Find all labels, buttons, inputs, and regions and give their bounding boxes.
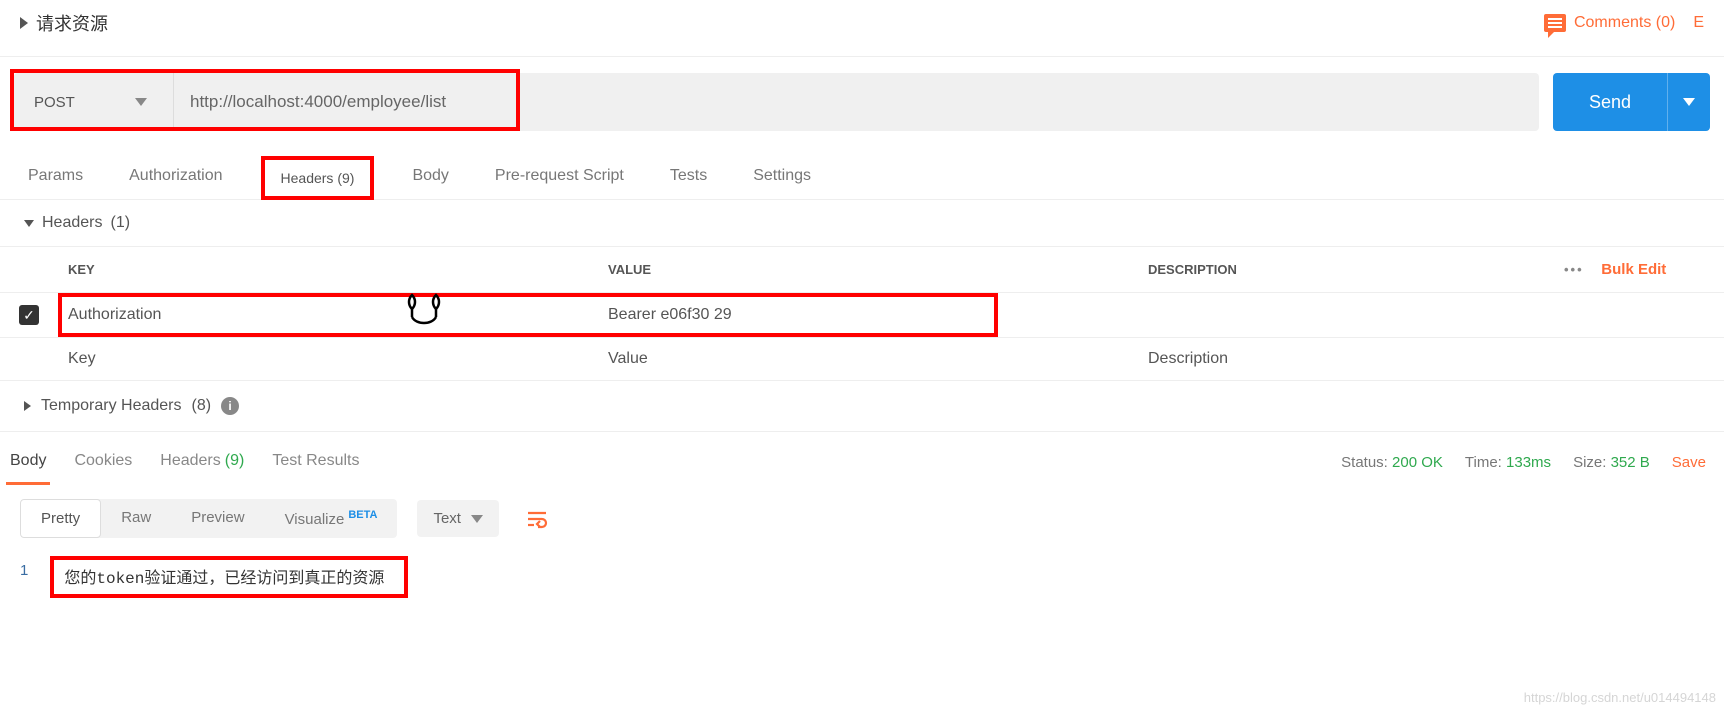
send-button-group: Send — [1553, 73, 1710, 131]
status-value: 200 OK — [1392, 454, 1443, 471]
caret-right-icon — [20, 17, 28, 29]
new-description-input[interactable]: Description — [1138, 338, 1554, 381]
tab-params[interactable]: Params — [20, 153, 91, 199]
col-value: VALUE — [598, 247, 1138, 293]
tab-body[interactable]: Body — [404, 153, 456, 199]
info-icon[interactable]: i — [221, 397, 239, 415]
request-tabs: Params Authorization Headers (9) Body Pr… — [0, 147, 1724, 200]
size-value: 352 B — [1611, 454, 1650, 471]
more-icon[interactable]: ••• — [1564, 262, 1584, 277]
request-header: 请求资源 Comments (0) E — [0, 0, 1724, 57]
view-toggle: Pretty Raw Preview VisualizeBETA — [20, 499, 397, 538]
headers-toggle-count: (1) — [110, 214, 130, 232]
col-key: KEY — [58, 247, 598, 293]
response-body: 1 您的token验证通过，已经访问到真正的资源 — [0, 552, 1724, 618]
watermark: https://blog.csdn.net/u014494148 — [1524, 690, 1716, 705]
url-value: http://localhost:4000/employee/list — [190, 92, 446, 112]
chevron-right-icon — [24, 401, 31, 411]
col-description: DESCRIPTION — [1138, 247, 1554, 293]
chevron-down-icon — [471, 515, 483, 523]
comments-label: Comments (0) — [1574, 14, 1675, 32]
chevron-down-icon — [1683, 98, 1695, 106]
view-raw-button[interactable]: Raw — [101, 499, 171, 538]
temporary-headers-count: (8) — [192, 397, 212, 415]
comment-icon — [1544, 14, 1566, 32]
response-tab-test-results[interactable]: Test Results — [268, 440, 363, 485]
response-body-text[interactable]: 您的token验证通过，已经访问到真正的资源 — [50, 556, 408, 598]
response-toolbar: Pretty Raw Preview VisualizeBETA Text — [0, 485, 1724, 552]
tab-headers-count: (9) — [337, 170, 354, 186]
temporary-headers-label: Temporary Headers — [41, 397, 182, 415]
response-tabs-bar: Body Cookies Headers(9) Test Results Sta… — [0, 432, 1724, 485]
tab-headers[interactable]: Headers (9) — [261, 156, 375, 200]
temporary-headers-toggle[interactable]: Temporary Headers (8) i — [0, 381, 1724, 432]
response-area: Body Cookies Headers(9) Test Results Sta… — [0, 432, 1724, 618]
tab-headers-label: Headers — [281, 170, 334, 186]
format-label: Text — [433, 510, 461, 527]
examples-link[interactable]: E — [1693, 14, 1704, 32]
chevron-down-icon — [24, 220, 34, 227]
time-value: 133ms — [1506, 454, 1551, 471]
table-row: ✓ Authorization Bearer e06f30 — [0, 293, 1724, 338]
table-header-row: KEY VALUE DESCRIPTION ••• Bulk Edit — [0, 247, 1724, 293]
tab-tests[interactable]: Tests — [662, 153, 715, 199]
headers-table: KEY VALUE DESCRIPTION ••• Bulk Edit ✓ Au… — [0, 246, 1724, 381]
send-button[interactable]: Send — [1553, 73, 1668, 131]
row-checkbox[interactable]: ✓ — [19, 305, 39, 325]
line-number: 1 — [20, 556, 28, 598]
headers-toggle-label: Headers — [42, 214, 102, 232]
tab-settings[interactable]: Settings — [745, 153, 819, 199]
tab-authorization[interactable]: Authorization — [121, 153, 230, 199]
send-dropdown-button[interactable] — [1668, 73, 1710, 131]
method-select[interactable]: POST — [14, 73, 174, 131]
request-bar: POST http://localhost:4000/employee/list… — [0, 57, 1724, 147]
status-label: Status: — [1341, 454, 1388, 471]
wrap-lines-button[interactable] — [519, 501, 555, 537]
new-value-input[interactable]: Value — [598, 338, 1138, 381]
method-url-group: POST http://localhost:4000/employee/list — [14, 73, 1539, 131]
response-tab-cookies[interactable]: Cookies — [70, 440, 136, 485]
tab-prerequest[interactable]: Pre-request Script — [487, 153, 632, 199]
request-title-group[interactable]: 请求资源 — [20, 10, 108, 36]
cursor-icon — [406, 291, 448, 338]
table-row-new: Key Value Description — [0, 338, 1724, 381]
method-label: POST — [34, 94, 75, 111]
response-meta: Status: 200 OK Time: 133ms Size: 352 B S… — [1341, 454, 1718, 471]
format-select[interactable]: Text — [417, 500, 499, 537]
request-title: 请求资源 — [36, 10, 108, 36]
header-value-input[interactable]: Bearer e06f30 29 — [608, 306, 732, 323]
headers-toggle[interactable]: Headers (1) — [0, 200, 1724, 246]
save-response-link[interactable]: Save — [1672, 454, 1706, 471]
url-input[interactable]: http://localhost:4000/employee/list — [174, 73, 1539, 131]
col-actions: ••• Bulk Edit — [1554, 247, 1724, 293]
bulk-edit-link[interactable]: Bulk Edit — [1601, 261, 1666, 278]
view-preview-button[interactable]: Preview — [171, 499, 264, 538]
header-key-input[interactable]: Authorization — [68, 306, 161, 323]
chevron-down-icon — [135, 98, 147, 106]
header-right: Comments (0) E — [1544, 14, 1704, 32]
response-tab-headers[interactable]: Headers(9) — [156, 440, 248, 485]
view-pretty-button[interactable]: Pretty — [20, 499, 101, 538]
response-tab-body[interactable]: Body — [6, 440, 50, 485]
comments-button[interactable]: Comments (0) — [1544, 14, 1675, 32]
time-label: Time: — [1465, 454, 1502, 471]
view-visualize-button[interactable]: VisualizeBETA — [265, 499, 398, 538]
size-label: Size: — [1573, 454, 1606, 471]
new-key-input[interactable]: Key — [58, 338, 598, 381]
